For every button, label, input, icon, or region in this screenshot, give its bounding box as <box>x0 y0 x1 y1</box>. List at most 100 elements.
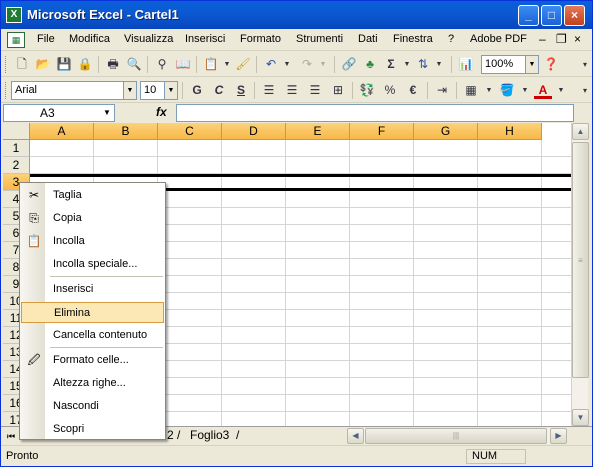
sheet-tab-3[interactable]: Foglio3 <box>190 427 229 444</box>
close-button[interactable]: × <box>564 5 585 26</box>
column-header-e[interactable]: E <box>286 123 350 140</box>
menu-strumenti[interactable]: Strumenti <box>296 33 343 45</box>
scroll-left-icon[interactable]: ◀ <box>347 428 364 444</box>
menu-finestra[interactable]: Finestra <box>393 33 433 45</box>
menu-item-copia[interactable]: ⎘ Copia <box>21 208 164 229</box>
sheet-tab-2[interactable]: 2 <box>167 427 174 444</box>
menu-item-incolla[interactable]: 📋 Incolla <box>21 231 164 252</box>
chevron-down-icon[interactable]: ▼ <box>123 82 136 99</box>
undo-dropdown-icon[interactable]: ▼ <box>278 56 296 73</box>
borders-icon[interactable]: ▦ <box>462 82 480 99</box>
doc-restore-button[interactable]: ❐ <box>556 32 567 46</box>
font-size-select[interactable]: 10 ▼ <box>140 81 178 100</box>
chevron-down-icon[interactable]: ▼ <box>525 56 538 73</box>
menu-dati[interactable]: Dati <box>358 33 378 45</box>
vertical-scroll-thumb[interactable]: ≡ <box>572 142 589 378</box>
italic-button[interactable]: C <box>210 82 228 99</box>
borders-dropdown-icon[interactable]: ▼ <box>480 82 498 99</box>
menu-item-nascondi[interactable]: Nascondi <box>21 396 164 417</box>
horizontal-scroll-thumb[interactable]: ||| <box>365 428 547 444</box>
scroll-right-icon[interactable]: ▶ <box>550 428 567 444</box>
hyperlink-icon[interactable]: 🔗 <box>340 56 358 73</box>
toolbar-options-icon[interactable]: ▾ <box>576 56 593 73</box>
sort-dropdown-icon[interactable]: ▼ <box>430 56 448 73</box>
first-sheet-icon[interactable]: ⏮ <box>5 429 17 443</box>
column-header-h[interactable]: H <box>478 123 542 140</box>
underline-button[interactable]: S <box>232 82 250 99</box>
bold-button[interactable]: G <box>188 82 206 99</box>
doc-minimize-button[interactable]: – <box>539 32 546 46</box>
save-icon[interactable]: 💾 <box>55 56 73 73</box>
toolbar-options-icon[interactable]: ▾ <box>576 82 593 99</box>
currency-format-icon[interactable]: 💱 <box>358 82 376 99</box>
formula-input[interactable] <box>176 104 574 122</box>
column-header-g[interactable]: G <box>414 123 478 140</box>
open-icon[interactable]: 📂 <box>34 56 52 73</box>
menu-visualizza[interactable]: Visualizza <box>124 33 173 45</box>
name-box[interactable]: A3 ▼ <box>3 104 115 122</box>
column-header-f[interactable]: F <box>350 123 414 140</box>
horizontal-scrollbar[interactable]: ◀ ||| ▶ <box>347 428 567 444</box>
toolbar-grip[interactable] <box>5 56 8 73</box>
align-left-icon[interactable]: ☰ <box>260 82 278 99</box>
menu-help[interactable]: ? <box>448 33 454 45</box>
minimize-button[interactable]: _ <box>518 5 539 26</box>
help-icon[interactable]: ❓ <box>542 56 560 73</box>
new-icon[interactable]: 🗋 <box>13 56 31 73</box>
menu-item-label: Inserisci <box>53 283 94 295</box>
percent-button[interactable]: % <box>381 82 399 99</box>
menu-item-inserisci[interactable]: Inserisci <box>21 279 164 300</box>
font-color-dropdown-icon[interactable]: ▼ <box>552 82 570 99</box>
print-icon[interactable]: 🖶 <box>104 56 122 73</box>
menu-item-elimina[interactable]: Elimina <box>21 302 164 323</box>
row-header-1[interactable]: 1 <box>3 140 30 157</box>
menu-item-altezza-righe[interactable]: Altezza righe... <box>21 373 164 394</box>
title-bar[interactable]: X Microsoft Excel - Cartel1 _ □ × <box>1 1 592 29</box>
column-header-a[interactable]: A <box>30 123 94 140</box>
font-select[interactable]: Arial ▼ <box>11 81 137 100</box>
zoom-select[interactable]: 100% ▼ <box>481 55 539 74</box>
column-header-c[interactable]: C <box>158 123 222 140</box>
merge-center-icon[interactable]: ⊞ <box>329 82 347 99</box>
fill-color-dropdown-icon[interactable]: ▼ <box>516 82 534 99</box>
menu-item-taglia[interactable]: ✂ Taglia <box>21 185 164 206</box>
permission-icon[interactable]: 🔒 <box>76 56 94 73</box>
toolbar-grip[interactable] <box>5 82 8 99</box>
menu-file[interactable]: File <box>37 33 55 45</box>
font-color-icon[interactable]: A <box>534 82 552 99</box>
menu-item-cancella-contenuto[interactable]: Cancella contenuto <box>21 325 164 346</box>
maximize-button[interactable]: □ <box>541 5 562 26</box>
menu-item-incolla-speciale[interactable]: Incolla speciale... <box>21 254 164 275</box>
vertical-scrollbar[interactable]: ▲ ≡ ▼ <box>571 123 589 426</box>
scroll-down-icon[interactable]: ▼ <box>572 409 589 426</box>
excel-app-icon[interactable]: X <box>6 7 22 23</box>
menu-item-scopri[interactable]: Scopri <box>21 419 164 440</box>
chart-wizard-icon[interactable]: ♣ <box>361 56 379 73</box>
menu-modifica[interactable]: Modifica <box>69 33 110 45</box>
select-all-corner[interactable] <box>3 123 30 140</box>
increase-indent-icon[interactable]: ⇥ <box>433 82 451 99</box>
scroll-up-icon[interactable]: ▲ <box>572 123 589 140</box>
row-header-2[interactable]: 2 <box>3 157 30 174</box>
euro-button[interactable]: € <box>404 82 422 99</box>
align-right-icon[interactable]: ☰ <box>306 82 324 99</box>
fill-color-icon[interactable]: 🪣 <box>498 82 516 99</box>
research-icon[interactable]: 📖 <box>174 56 192 73</box>
print-preview-icon[interactable]: 🔍 <box>125 56 143 73</box>
menu-adobe-pdf[interactable]: Adobe PDF <box>470 33 527 45</box>
search-icon[interactable]: ⚲ <box>153 56 171 73</box>
align-center-icon[interactable]: ☰ <box>283 82 301 99</box>
column-header-d[interactable]: D <box>222 123 286 140</box>
workbook-icon[interactable]: ▦ <box>7 32 25 48</box>
insert-function-icon[interactable]: fx <box>156 105 167 119</box>
doc-close-button[interactable]: × <box>574 32 581 46</box>
menu-item-formato-celle[interactable]: 🖉 Formato celle... <box>21 350 164 371</box>
redo-dropdown-icon[interactable]: ▼ <box>314 56 332 73</box>
format-painter-icon[interactable]: 🖌 <box>234 56 252 73</box>
menu-inserisci[interactable]: Inserisci <box>185 33 225 45</box>
chevron-down-icon[interactable]: ▼ <box>164 82 177 99</box>
chevron-down-icon[interactable]: ▼ <box>100 105 114 121</box>
chart-icon[interactable]: 📊 <box>457 56 475 73</box>
menu-formato[interactable]: Formato <box>240 33 281 45</box>
column-header-b[interactable]: B <box>94 123 158 140</box>
